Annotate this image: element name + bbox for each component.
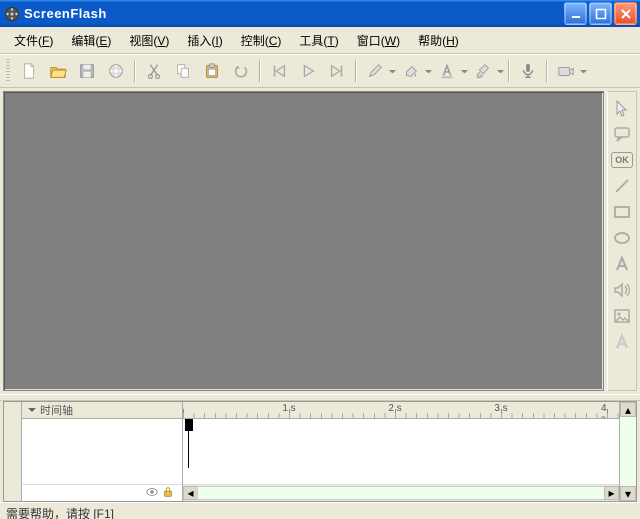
image-tool-icon[interactable]	[610, 304, 634, 328]
line-tool-icon[interactable]	[610, 174, 634, 198]
scroll-right-icon[interactable]: ▸	[604, 486, 619, 500]
timeline-layer-list[interactable]	[22, 419, 182, 484]
callout-tool-icon[interactable]	[610, 122, 634, 146]
copy-button[interactable]	[169, 58, 196, 85]
timeline-header-label: 时间轴	[40, 402, 73, 418]
brush-tool-button[interactable]	[469, 58, 496, 85]
timeline-layer-footer	[22, 484, 182, 501]
pencil-tool-dropdown[interactable]	[389, 66, 396, 76]
text-color-dropdown[interactable]	[461, 66, 468, 76]
microphone-button[interactable]	[514, 58, 541, 85]
timeline-ruler[interactable]: 1 s 2 s 3 s 4 s	[183, 402, 619, 419]
ruler-tick-label: 1 s	[282, 403, 295, 414]
pencil-tool-button[interactable]	[361, 58, 388, 85]
record-settings-dropdown[interactable]	[580, 66, 587, 76]
timeline-panel: 时间轴 1 s 2 s 3 s 4 s ◂ ▸	[3, 401, 637, 502]
toolbar	[0, 54, 640, 88]
rectangle-tool-icon[interactable]	[610, 200, 634, 224]
timeline-header[interactable]: 时间轴	[22, 402, 182, 419]
timeline-h-scrollbar[interactable]: ◂ ▸	[183, 484, 619, 501]
text-tool-icon[interactable]	[610, 252, 634, 276]
canvas-area[interactable]	[3, 91, 604, 391]
menu-control[interactable]: 控制(C)	[233, 29, 290, 52]
scroll-down-icon[interactable]: ▾	[620, 486, 636, 501]
ellipse-tool-icon[interactable]	[610, 226, 634, 250]
open-button[interactable]	[44, 58, 71, 85]
timeline-tracks[interactable]	[183, 419, 619, 484]
menu-view[interactable]: 视图(V)	[121, 29, 177, 52]
fill-tool-dropdown[interactable]	[425, 66, 432, 76]
timeline-layers: 时间轴	[22, 402, 183, 501]
close-button[interactable]	[614, 2, 637, 25]
toolbar-separator	[508, 60, 509, 82]
timeline-playhead[interactable]	[188, 419, 189, 468]
toolbar-separator	[259, 60, 260, 82]
scroll-left-icon[interactable]: ◂	[183, 486, 198, 500]
scroll-track[interactable]	[620, 417, 636, 486]
fill-tool-button[interactable]	[397, 58, 424, 85]
titlebar: ScreenFlash	[0, 0, 640, 27]
window-controls	[564, 2, 637, 25]
toolbar-separator	[546, 60, 547, 82]
record-settings-button[interactable]	[552, 58, 579, 85]
menu-help[interactable]: 帮助(H)	[410, 29, 467, 52]
upper-pane: OK	[0, 88, 640, 394]
pointer-tool-icon[interactable]	[610, 96, 634, 120]
menu-file[interactable]: 文件(F)	[6, 29, 61, 52]
brush-tool-dropdown[interactable]	[497, 66, 504, 76]
toolbar-separator	[134, 60, 135, 82]
text-color-button[interactable]	[433, 58, 460, 85]
undo-button[interactable]	[227, 58, 254, 85]
maximize-button[interactable]	[589, 2, 612, 25]
window-title: ScreenFlash	[24, 6, 564, 21]
ruler-tick-label: 3 s	[494, 403, 507, 414]
rewind-button[interactable]	[265, 58, 292, 85]
menu-tools[interactable]: 工具(T)	[291, 29, 346, 52]
timeline-v-scrollbar[interactable]: ▴ ▾	[619, 402, 636, 501]
sound-tool-icon[interactable]	[610, 278, 634, 302]
export-swf-button[interactable]	[102, 58, 129, 85]
horizontal-splitter[interactable]	[0, 394, 640, 401]
app-icon	[4, 6, 20, 22]
workspace: OK 时间轴 1 s 2 s	[0, 88, 640, 502]
toolbar-grip[interactable]	[6, 59, 10, 83]
scroll-track[interactable]	[197, 486, 605, 500]
timeline-collapse-bar[interactable]	[4, 402, 22, 501]
timeline-tracks-area: 1 s 2 s 3 s 4 s ◂ ▸	[183, 402, 619, 501]
menubar: 文件(F) 编辑(E) 视图(V) 插入(I) 控制(C) 工具(T) 窗口(W…	[0, 27, 640, 54]
ok-button-tool[interactable]: OK	[610, 148, 634, 172]
cut-button[interactable]	[140, 58, 167, 85]
ruler-tick-label: 2 s	[388, 403, 401, 414]
new-button[interactable]	[15, 58, 42, 85]
collapse-triangle-icon	[28, 408, 36, 416]
right-toolbox: OK	[607, 91, 637, 391]
statusbar: 需要帮助，请按 [F1]	[0, 502, 640, 519]
minimize-button[interactable]	[564, 2, 587, 25]
forward-button[interactable]	[323, 58, 350, 85]
menu-insert[interactable]: 插入(I)	[179, 29, 230, 52]
eye-icon[interactable]	[146, 486, 158, 501]
paste-button[interactable]	[198, 58, 225, 85]
toolbar-separator	[355, 60, 356, 82]
status-text: 需要帮助，请按 [F1]	[6, 505, 114, 519]
save-button[interactable]	[73, 58, 100, 85]
menu-window[interactable]: 窗口(W)	[349, 29, 408, 52]
menu-edit[interactable]: 编辑(E)	[63, 29, 119, 52]
play-button[interactable]	[294, 58, 321, 85]
scroll-up-icon[interactable]: ▴	[620, 402, 636, 417]
ruler-tick-label: 4 s	[601, 403, 613, 419]
lock-icon[interactable]	[162, 486, 174, 501]
text-outline-tool-icon[interactable]	[610, 330, 634, 354]
